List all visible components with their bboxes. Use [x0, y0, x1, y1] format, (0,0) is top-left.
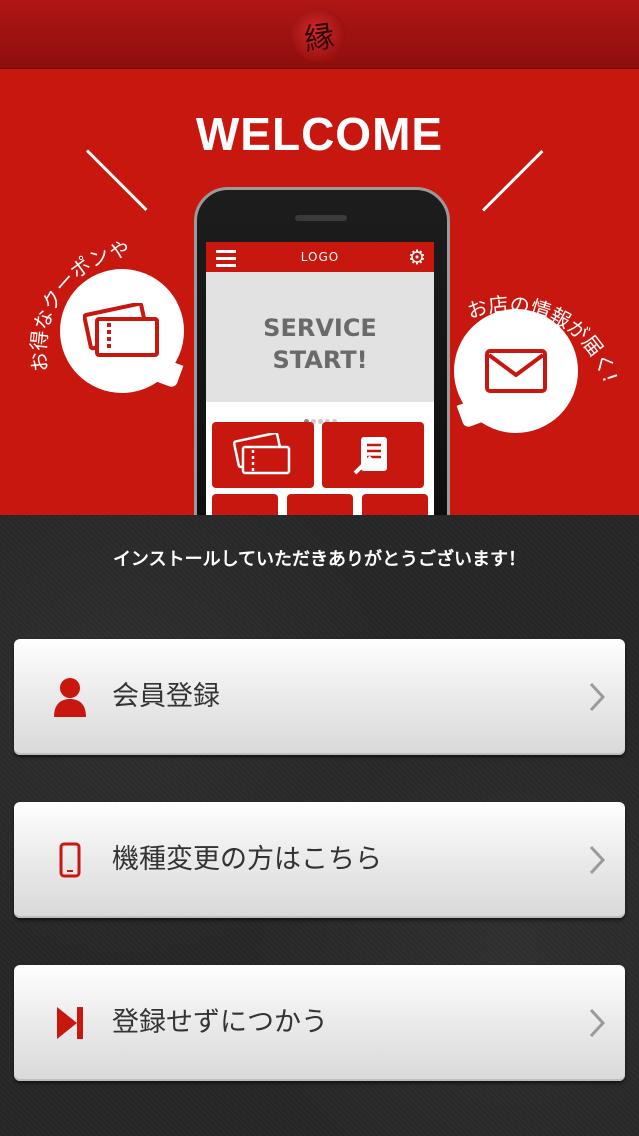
smartphone-icon — [50, 840, 90, 880]
info-caption: お店の情報が届く! — [464, 292, 622, 385]
svg-text:お得なクーポンや: お得なクーポンや — [26, 236, 131, 373]
skip-label: 登録せずにつかう — [112, 1007, 328, 1038]
chevron-right-icon — [589, 1008, 606, 1038]
device-change-button[interactable]: 機種変更の方はこちら — [14, 802, 625, 918]
coupon-tile — [212, 422, 314, 488]
device-change-label: 機種変更の方はこちら — [112, 844, 382, 875]
phone-screen: LOGO ⚙ SERVICE START! — [206, 242, 434, 515]
thanks-message: インストールしていただきありがとうございます！ — [112, 549, 527, 570]
tile — [287, 494, 353, 515]
chevron-right-icon — [589, 845, 606, 875]
service-start-text: SERVICE START! — [263, 314, 377, 374]
action-panel: インストールしていただきありがとうございます！ 会員登録 機種変更の方はこちら — [0, 515, 639, 1136]
logo-char: 縁 — [302, 19, 337, 58]
ticket-icon — [233, 433, 291, 475]
gear-icon: ⚙ — [408, 245, 426, 269]
app-bar: LOGO ⚙ — [206, 242, 434, 272]
skip-icon — [50, 1003, 90, 1043]
tile — [362, 494, 428, 515]
phone-illustration: LOGO ⚙ SERVICE START! — [194, 187, 450, 515]
register-label: 会員登録 — [112, 681, 220, 712]
phone-speaker — [295, 215, 347, 221]
welcome-title: WELCOME — [195, 108, 444, 160]
svg-text:お店の情報が届く!: お店の情報が届く! — [464, 292, 622, 385]
chevron-right-icon — [589, 682, 606, 712]
skip-registration-button[interactable]: 登録せずにつかう — [14, 965, 625, 1081]
person-icon — [50, 677, 90, 717]
coupon-caption: お得なクーポンや — [26, 236, 131, 373]
memo-tile — [322, 422, 424, 488]
service-banner: SERVICE START! — [206, 272, 434, 402]
tile — [212, 494, 278, 515]
welcome-hero: WELCOME お得なクーポンや お店の情報が届く! LOGO ⚙ SERVIC… — [0, 69, 639, 515]
app-logo: LOGO — [300, 250, 340, 264]
top-bar: 縁 — [0, 0, 639, 69]
memo-icon — [353, 437, 387, 475]
brand-logo: 縁 — [292, 8, 346, 62]
register-button[interactable]: 会員登録 — [14, 639, 625, 755]
